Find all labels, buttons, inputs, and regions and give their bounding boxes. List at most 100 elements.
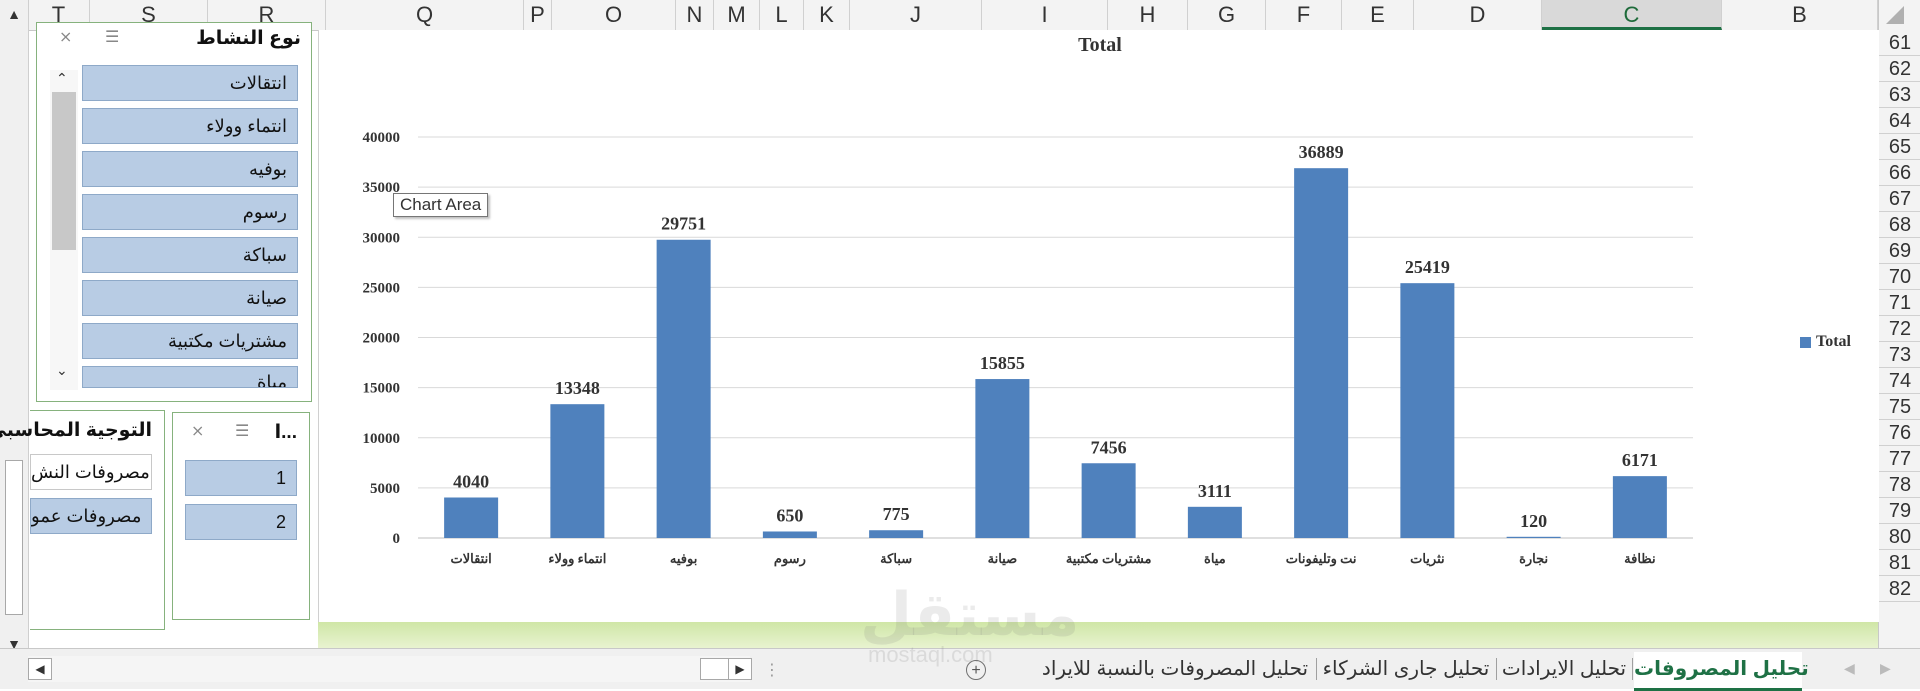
clear-filter-icon[interactable]: ⨯ bbox=[191, 421, 204, 441]
row-header[interactable]: 77 bbox=[1879, 446, 1920, 472]
column-header[interactable]: H bbox=[1108, 0, 1188, 30]
row-header[interactable]: 76 bbox=[1879, 420, 1920, 446]
column-header[interactable]: G bbox=[1188, 0, 1266, 30]
data-label: 36889 bbox=[1299, 142, 1344, 162]
row-header[interactable]: 79 bbox=[1879, 498, 1920, 524]
horizontal-scroll-thumb[interactable] bbox=[700, 658, 730, 680]
bar bbox=[1506, 536, 1561, 538]
row-header[interactable]: 69 bbox=[1879, 238, 1920, 264]
multi-select-icon[interactable]: ☰ bbox=[105, 27, 119, 47]
slicer-scroll-thumb[interactable] bbox=[52, 92, 76, 250]
slicer-scroll-up-icon[interactable]: ⌃ bbox=[56, 70, 68, 87]
row-header[interactable]: 63 bbox=[1879, 82, 1920, 108]
slicer-item[interactable]: انتقالات bbox=[82, 65, 298, 101]
tab-separator bbox=[1316, 658, 1317, 680]
column-header[interactable]: J bbox=[850, 0, 982, 30]
slicer-item[interactable]: رسوم bbox=[82, 194, 298, 230]
slicer-title: التوجية المحاسبي bbox=[0, 420, 152, 441]
column-header[interactable]: K bbox=[804, 0, 850, 30]
column-header[interactable]: F bbox=[1266, 0, 1342, 30]
row-header[interactable]: 72 bbox=[1879, 316, 1920, 342]
tab-separator bbox=[1632, 658, 1633, 680]
row-header[interactable]: 81 bbox=[1879, 550, 1920, 576]
slicer-item[interactable]: صيانة bbox=[82, 280, 298, 316]
column-header[interactable]: P bbox=[524, 0, 552, 30]
row-header[interactable]: 71 bbox=[1879, 290, 1920, 316]
column-header[interactable]: M bbox=[714, 0, 760, 30]
x-category-label: مياة bbox=[1204, 551, 1226, 566]
row-header[interactable]: 78 bbox=[1879, 472, 1920, 498]
column-header[interactable]: I bbox=[982, 0, 1108, 30]
x-category-label: نظافة bbox=[1624, 551, 1655, 566]
tab-scroll-left-icon[interactable]: ◀ bbox=[1844, 660, 1855, 677]
row-header[interactable]: 65 bbox=[1879, 134, 1920, 160]
slicer-item[interactable]: مصروفات عمو bbox=[30, 498, 152, 534]
multi-select-icon[interactable]: ☰ bbox=[235, 421, 249, 441]
column-header[interactable]: B bbox=[1722, 0, 1878, 30]
row-header[interactable]: 70 bbox=[1879, 264, 1920, 290]
bar bbox=[656, 239, 711, 539]
x-category-label: نثريات bbox=[1410, 551, 1445, 567]
column-header[interactable]: O bbox=[552, 0, 676, 30]
slicer-title: ا... bbox=[274, 422, 297, 443]
data-label: 25419 bbox=[1405, 257, 1450, 277]
slicer-title: نوع النشاط bbox=[196, 28, 301, 49]
bar bbox=[975, 379, 1030, 538]
row-header-column: 61 62 63 64 65 66 67 68 69 70 71 72 73 7… bbox=[1878, 30, 1920, 648]
y-tick-label: 25000 bbox=[363, 280, 401, 296]
scroll-left-icon[interactable]: ◀ bbox=[28, 658, 52, 680]
row-header[interactable]: 67 bbox=[1879, 186, 1920, 212]
scroll-up-icon[interactable]: ▲ bbox=[2, 2, 26, 26]
column-header[interactable]: N bbox=[676, 0, 714, 30]
column-header[interactable]: E bbox=[1342, 0, 1414, 30]
slicer-item[interactable]: مشتريات مكتبية bbox=[82, 323, 298, 359]
tab-scroll-right-icon[interactable]: ▶ bbox=[1880, 660, 1891, 677]
watermark-sub: mostaql.com bbox=[868, 642, 993, 667]
row-header[interactable]: 62 bbox=[1879, 56, 1920, 82]
bar bbox=[1294, 168, 1349, 538]
bar-chart-plot: 0500010000150002000025000300003500040000… bbox=[363, 130, 1693, 567]
slicer-item[interactable]: 1 bbox=[185, 460, 297, 496]
scroll-right-icon[interactable]: ▶ bbox=[728, 658, 752, 680]
row-header[interactable]: 66 bbox=[1879, 160, 1920, 186]
data-label: 4040 bbox=[453, 471, 489, 491]
slicer-item[interactable]: مصروفات النش bbox=[30, 454, 152, 490]
column-header[interactable]: D bbox=[1414, 0, 1542, 30]
sheet-tab[interactable]: تحليل الايرادات bbox=[1498, 652, 1630, 688]
data-label: 6171 bbox=[1622, 450, 1658, 470]
row-header[interactable]: 75 bbox=[1879, 394, 1920, 420]
row-header[interactable]: 80 bbox=[1879, 524, 1920, 550]
column-header[interactable]: Q bbox=[326, 0, 524, 30]
x-category-label: انتماء وولاء bbox=[548, 551, 606, 567]
data-label: 15855 bbox=[980, 353, 1025, 373]
data-label: 29751 bbox=[661, 214, 706, 234]
slicer-item-partial[interactable]: مياة bbox=[82, 366, 298, 388]
slicer-item[interactable]: 2 bbox=[185, 504, 297, 540]
sheet-tab-active[interactable]: تحليل المصروفات bbox=[1634, 652, 1809, 691]
horizontal-scrollbar[interactable] bbox=[28, 656, 750, 682]
sheet-tab[interactable]: تحليل جارى الشركاء bbox=[1318, 652, 1494, 688]
clear-filter-icon[interactable]: ⨯ bbox=[59, 27, 72, 47]
slicer-item[interactable]: سباكة bbox=[82, 237, 298, 273]
x-category-label: نجارة bbox=[1519, 551, 1548, 567]
y-tick-label: 10000 bbox=[363, 431, 401, 447]
x-category-label: سباكة bbox=[880, 551, 912, 566]
row-header[interactable]: 64 bbox=[1879, 108, 1920, 134]
row-header[interactable]: 68 bbox=[1879, 212, 1920, 238]
bar bbox=[1081, 463, 1136, 538]
slicer-scroll-down-icon[interactable]: ⌄ bbox=[56, 362, 68, 379]
row-header[interactable]: 82 bbox=[1879, 576, 1920, 602]
slicer-item[interactable]: بوفيه bbox=[82, 151, 298, 187]
x-category-label: انتقالات bbox=[450, 551, 491, 566]
column-header-selected[interactable]: C bbox=[1542, 0, 1722, 30]
slicer-item[interactable]: انتماء وولاء bbox=[82, 108, 298, 144]
row-header[interactable]: 73 bbox=[1879, 342, 1920, 368]
row-header[interactable]: 74 bbox=[1879, 368, 1920, 394]
column-header[interactable]: L bbox=[760, 0, 804, 30]
row-header[interactable]: 61 bbox=[1879, 30, 1920, 56]
tab-split-handle-icon[interactable]: ⋮ bbox=[764, 660, 780, 680]
x-category-label: صيانة bbox=[988, 551, 1018, 566]
x-category-label: مشتريات مكتبية bbox=[1066, 551, 1152, 567]
vertical-scroll-thumb[interactable] bbox=[5, 460, 23, 615]
sheet-tab[interactable]: تحليل المصروفات بالنسبة للايراد bbox=[1036, 652, 1314, 688]
